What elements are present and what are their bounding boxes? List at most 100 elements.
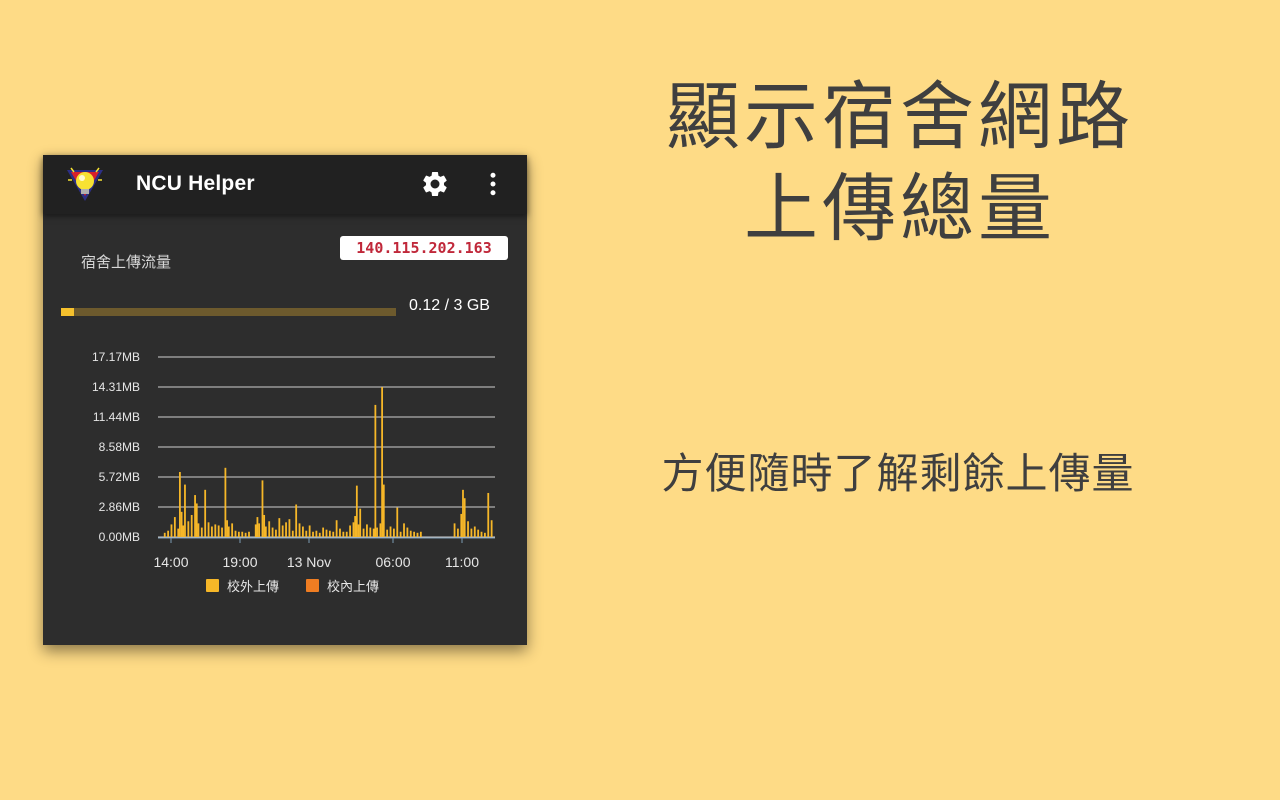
chart-bar bbox=[271, 527, 274, 537]
chart-bar bbox=[315, 530, 318, 537]
y-tick-label: 17.17MB bbox=[92, 350, 140, 364]
chart-bar bbox=[362, 528, 365, 537]
chart-bar bbox=[359, 508, 362, 537]
chart-bar bbox=[460, 513, 463, 537]
upload-chart: 17.17MB 14.31MB 11.44MB 8.58MB 5.72MB 2.86MB 0… bbox=[92, 350, 495, 570]
chart-bar bbox=[366, 524, 368, 537]
chart-bar bbox=[462, 489, 464, 537]
chart-bar bbox=[256, 517, 259, 537]
chart-bar bbox=[254, 524, 257, 537]
legend-item-external[interactable]: 校外上傳 bbox=[206, 576, 279, 595]
chart-bar bbox=[328, 530, 331, 537]
chart-bar bbox=[386, 529, 389, 537]
legend-label-external: 校外上傳 bbox=[227, 580, 280, 595]
app-bar: NCU Helper bbox=[43, 155, 527, 214]
legend-label-internal: 校內上傳 bbox=[327, 580, 380, 595]
chart-bar bbox=[163, 532, 166, 537]
chart-bar bbox=[393, 528, 395, 537]
chart-bar bbox=[298, 523, 301, 537]
chart-bar bbox=[342, 531, 345, 537]
chart-bar bbox=[372, 528, 375, 537]
y-tick-label: 8.58MB bbox=[99, 440, 140, 454]
chart-bar bbox=[302, 526, 304, 537]
chart-bar bbox=[308, 525, 311, 537]
chart-bar bbox=[339, 528, 341, 537]
lightbulb-logo-icon bbox=[67, 167, 103, 201]
chart-bar bbox=[224, 467, 227, 537]
chart-bar bbox=[403, 523, 405, 537]
chart-bar bbox=[355, 485, 358, 537]
chart-bar bbox=[470, 528, 473, 537]
chart-bar bbox=[221, 527, 223, 537]
chart-bar bbox=[268, 521, 271, 537]
x-tick-label: 14:00 bbox=[153, 554, 188, 570]
chart-bar bbox=[187, 521, 190, 537]
chart-bar bbox=[332, 531, 335, 537]
usage-progress-fill bbox=[61, 308, 75, 316]
chart-bar bbox=[288, 519, 291, 537]
chart-bar bbox=[197, 523, 200, 537]
chart-bar bbox=[406, 527, 409, 537]
chart-bar bbox=[483, 532, 486, 537]
chart-bar bbox=[264, 526, 267, 537]
chart-bar bbox=[349, 525, 351, 537]
chart-bar bbox=[173, 517, 176, 537]
chart-bar bbox=[473, 526, 476, 537]
chart-bar bbox=[399, 531, 402, 537]
chart-bar bbox=[167, 530, 170, 537]
chart-bar bbox=[285, 522, 287, 537]
chart-bar bbox=[182, 525, 185, 537]
chart-bar bbox=[354, 516, 357, 537]
chart-bar bbox=[369, 527, 372, 537]
chart-bar bbox=[179, 472, 181, 537]
chart-bar bbox=[190, 514, 193, 537]
chart-bar bbox=[413, 531, 416, 537]
chart-bar bbox=[352, 522, 355, 537]
chart-bar bbox=[318, 532, 321, 537]
chart-bar bbox=[453, 523, 456, 537]
chart-bar bbox=[281, 525, 284, 537]
chart-bar bbox=[416, 532, 419, 537]
chart-bar bbox=[477, 529, 480, 537]
x-tick-label: 19:00 bbox=[222, 554, 257, 570]
more-vert-icon[interactable] bbox=[478, 169, 508, 199]
ip-address-badge: 140.115.202.163 bbox=[340, 236, 508, 260]
chart-bar bbox=[177, 528, 180, 537]
chart-bar bbox=[381, 387, 384, 537]
chart-bar bbox=[467, 521, 469, 537]
usage-text: 0.12 / 3 GB bbox=[409, 297, 490, 314]
chart-bar bbox=[194, 495, 196, 537]
chart-bar bbox=[241, 531, 244, 537]
chart-bar bbox=[291, 530, 294, 537]
usage-label: 宿舍上傳流量 bbox=[81, 253, 172, 271]
chart-bar bbox=[463, 498, 466, 537]
chart-bar bbox=[278, 518, 281, 537]
chart-bar bbox=[237, 531, 240, 537]
chart-bar bbox=[457, 528, 459, 537]
chart-bar bbox=[244, 532, 247, 537]
chart-bar bbox=[382, 484, 385, 537]
subheading: 方便隨時了解剩餘上傳量 bbox=[661, 449, 1135, 498]
heading-line-1: 顯示宿舍網路 bbox=[666, 74, 1134, 160]
chart-bar bbox=[487, 492, 490, 537]
y-tick-label: 0.00MB bbox=[99, 530, 140, 544]
usage-progress-bar bbox=[61, 308, 396, 316]
chart-bar bbox=[207, 522, 210, 537]
chart-bar bbox=[184, 484, 186, 537]
chart-bar bbox=[322, 527, 325, 537]
chart-bar bbox=[379, 523, 382, 537]
chart-bar bbox=[261, 480, 264, 537]
gear-icon[interactable] bbox=[420, 169, 450, 199]
chart-bar bbox=[195, 503, 198, 537]
chart-bar bbox=[396, 507, 399, 537]
chart-bar bbox=[325, 529, 328, 537]
chart-bar bbox=[211, 526, 213, 537]
chart-bar bbox=[335, 520, 338, 537]
legend-swatch-external bbox=[206, 579, 219, 592]
chart-bar bbox=[275, 529, 277, 537]
legend-item-internal[interactable]: 校內上傳 bbox=[306, 576, 379, 595]
chart-bar bbox=[200, 527, 203, 537]
y-tick-label: 5.72MB bbox=[99, 470, 140, 484]
chart-bar bbox=[217, 525, 220, 537]
x-tick-label: 13 Nov bbox=[287, 554, 331, 570]
